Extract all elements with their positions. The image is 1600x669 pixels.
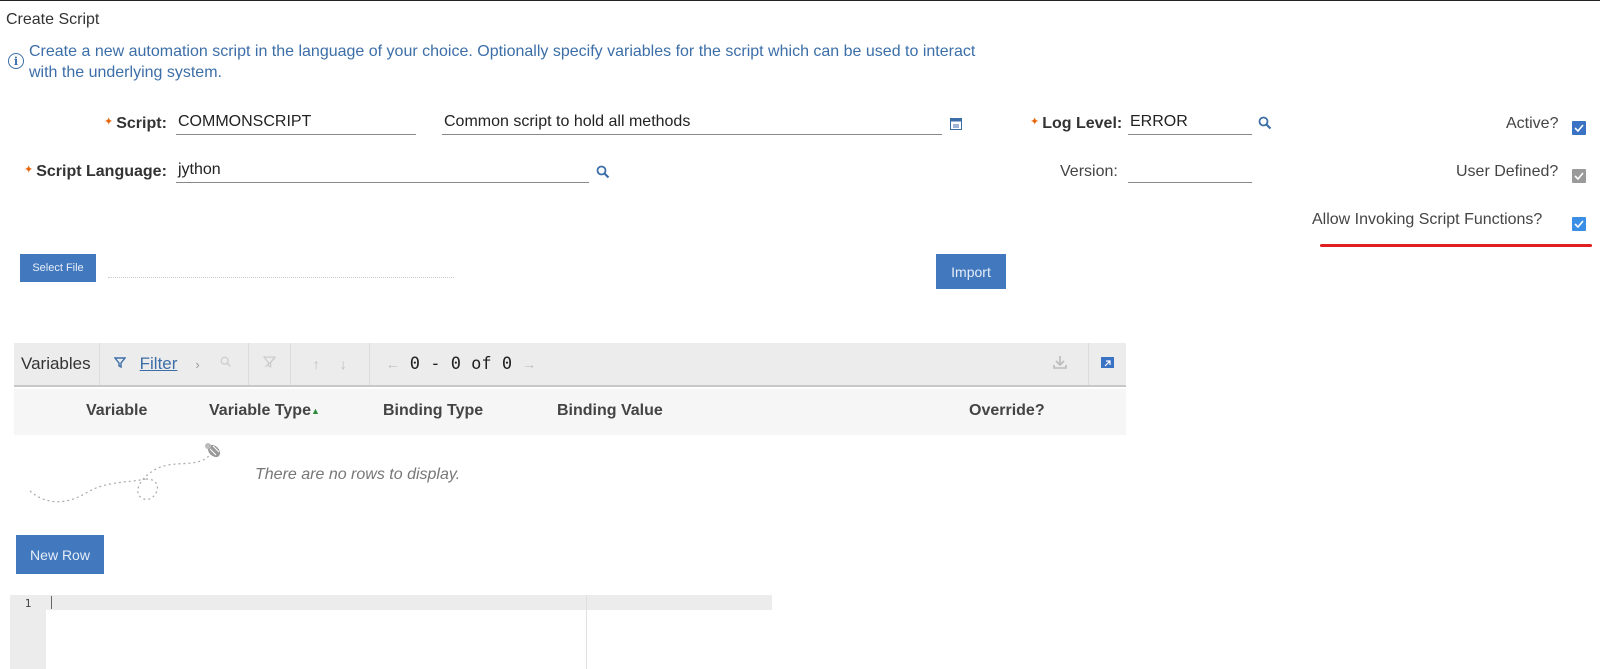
editor-active-line <box>46 595 772 610</box>
user-defined-label: User Defined? <box>1456 163 1559 180</box>
chevron-right-icon[interactable]: › <box>195 357 199 372</box>
version-label: Version: <box>1060 163 1118 180</box>
clear-filter-section <box>249 343 291 385</box>
download-section <box>1032 343 1089 385</box>
maximize-table-icon[interactable] <box>1101 355 1114 373</box>
pagination-text: 0 - 0 of 0 <box>409 354 513 374</box>
info-text: Create a new automation script in the la… <box>29 43 976 81</box>
highlight-underline <box>1320 244 1592 247</box>
page-title: Create Script <box>6 11 100 28</box>
line-number: 1 <box>24 597 32 610</box>
column-header-binding-value[interactable]: Binding Value <box>557 402 663 420</box>
log-level-input[interactable]: ERROR <box>1128 111 1252 135</box>
script-language-input[interactable]: jython <box>176 159 589 183</box>
pagination-section: ← 0 - 0 of 0 → <box>370 343 552 385</box>
selected-file-field <box>108 277 454 278</box>
editor-cursor <box>51 596 52 609</box>
required-icon: ✦ <box>1030 116 1040 128</box>
version-input[interactable] <box>1128 159 1252 183</box>
required-icon: ✦ <box>24 164 34 176</box>
bee-illustration-icon <box>26 443 226 518</box>
user-defined-checkbox <box>1572 169 1586 183</box>
clear-filter-icon[interactable] <box>262 355 277 373</box>
filter-icon[interactable] <box>113 357 127 371</box>
required-icon: ✦ <box>104 116 114 128</box>
import-button[interactable]: Import <box>936 254 1006 289</box>
script-source-editor[interactable]: 1 <box>10 595 772 669</box>
script-language-label: ✦ Script Language: <box>24 163 167 180</box>
empty-table-message: There are no rows to display. <box>255 466 461 483</box>
variables-toolbar: Variables Filter › ↑ ↓ ← 0 - 0 of 0 → <box>14 343 1126 387</box>
variables-title: Variables <box>14 343 100 385</box>
arrow-down-icon[interactable]: ↓ <box>340 356 347 372</box>
arrow-up-icon[interactable]: ↑ <box>313 356 320 372</box>
long-description-icon[interactable] <box>950 117 962 135</box>
script-label: ✦ Script: <box>104 115 167 132</box>
sort-section: ↑ ↓ <box>291 343 370 385</box>
info-icon: i <box>8 53 24 69</box>
next-page-icon[interactable]: → <box>522 356 536 372</box>
column-header-binding-type[interactable]: Binding Type <box>383 402 483 420</box>
sort-ascending-icon: ▲ <box>310 405 320 416</box>
filter-link[interactable]: Filter <box>140 354 178 374</box>
download-icon[interactable] <box>1052 354 1068 375</box>
info-message: i Create a new automation script in the … <box>8 41 1008 83</box>
script-description-input[interactable]: Common script to hold all methods <box>442 111 942 135</box>
active-checkbox[interactable] <box>1572 121 1586 135</box>
search-icon[interactable] <box>220 355 232 373</box>
log-level-label: ✦ Log Level: <box>1030 115 1123 132</box>
active-label: Active? <box>1506 115 1559 132</box>
filter-section: Filter › <box>100 343 249 385</box>
previous-page-icon[interactable]: ← <box>386 356 400 372</box>
select-file-button[interactable]: Select File <box>20 254 96 282</box>
new-row-button[interactable]: New Row <box>16 535 104 574</box>
maximize-section <box>1089 343 1126 385</box>
editor-print-margin <box>586 595 587 669</box>
column-header-variable-type[interactable]: Variable Type▲ <box>209 402 320 420</box>
editor-gutter: 1 <box>10 595 46 669</box>
script-name-input[interactable]: COMMONSCRIPT <box>176 111 416 135</box>
script-language-search-icon[interactable] <box>596 165 610 184</box>
column-header-variable[interactable]: Variable <box>86 402 147 420</box>
allow-invoking-label: Allow Invoking Script Functions? <box>1312 211 1543 228</box>
log-level-search-icon[interactable] <box>1258 116 1272 135</box>
variables-table-header: Variable Variable Type▲ Binding Type Bin… <box>14 389 1126 435</box>
allow-invoking-checkbox[interactable] <box>1572 217 1586 231</box>
column-header-override[interactable]: Override? <box>969 402 1045 420</box>
